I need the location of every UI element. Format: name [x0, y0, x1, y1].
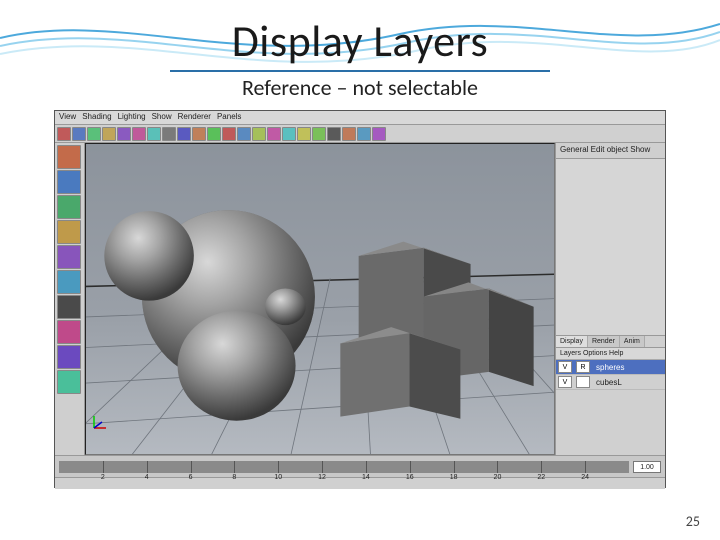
- timeline-tick-label: 2: [101, 474, 105, 481]
- timeline-tick: [234, 461, 235, 473]
- shelf-button-11[interactable]: [222, 127, 236, 141]
- layer-editor: Display Render Anim Layers Options Help …: [556, 335, 665, 455]
- slide-subtitle: Reference – not selectable: [0, 74, 720, 101]
- layer-reference-toggle[interactable]: [576, 376, 590, 388]
- timeline-tick-label: 24: [581, 474, 589, 481]
- shelf-button-8[interactable]: [177, 127, 191, 141]
- toolbox: [55, 143, 85, 455]
- shelf-button-18[interactable]: [327, 127, 341, 141]
- timeline-track[interactable]: 24681012141618202224: [59, 461, 629, 473]
- timeline-tick-label: 16: [406, 474, 414, 481]
- tool-button-5[interactable]: [57, 270, 81, 294]
- tool-button-8[interactable]: [57, 345, 81, 369]
- shelf-button-15[interactable]: [282, 127, 296, 141]
- axis-gizmo: [90, 412, 110, 432]
- shelf-bar: [55, 125, 665, 143]
- timeline-tick: [103, 461, 104, 473]
- layer-name-label: cubesL: [592, 378, 622, 387]
- layer-row-cubes[interactable]: V cubesL: [556, 375, 665, 390]
- slide-title: Display Layers: [0, 14, 720, 68]
- channel-box-panel: General Edit object Show Display Render …: [555, 143, 665, 455]
- shelf-button-21[interactable]: [372, 127, 386, 141]
- timeline-tick: [585, 461, 586, 473]
- menu-show[interactable]: Show: [152, 112, 172, 123]
- tool-button-0[interactable]: [57, 145, 81, 169]
- title-underline: [170, 70, 550, 72]
- channel-box[interactable]: [556, 159, 665, 335]
- shelf-button-0[interactable]: [57, 127, 71, 141]
- timeline-tick-label: 8: [232, 474, 236, 481]
- timeline-tick-label: 10: [274, 474, 282, 481]
- shelf-button-7[interactable]: [162, 127, 176, 141]
- timeline-tick: [278, 461, 279, 473]
- timeline-tick-label: 22: [537, 474, 545, 481]
- timeline-tick-label: 18: [450, 474, 458, 481]
- timeline-tick: [147, 461, 148, 473]
- shelf-button-2[interactable]: [87, 127, 101, 141]
- menu-renderer[interactable]: Renderer: [178, 112, 211, 123]
- menu-shading[interactable]: Shading: [82, 112, 111, 123]
- shelf-button-14[interactable]: [267, 127, 281, 141]
- shelf-button-13[interactable]: [252, 127, 266, 141]
- timeline-tick: [322, 461, 323, 473]
- layer-tabs: Display Render Anim: [556, 336, 665, 348]
- timeline-tick-label: 6: [189, 474, 193, 481]
- shelf-button-17[interactable]: [312, 127, 326, 141]
- timeline-tick: [366, 461, 367, 473]
- shelf-button-1[interactable]: [72, 127, 86, 141]
- timeline-tick: [454, 461, 455, 473]
- shelf-button-20[interactable]: [357, 127, 371, 141]
- menu-view[interactable]: View: [59, 112, 76, 123]
- tool-button-9[interactable]: [57, 370, 81, 394]
- shelf-button-3[interactable]: [102, 127, 116, 141]
- timeline-tick-label: 12: [318, 474, 326, 481]
- tool-button-2[interactable]: [57, 195, 81, 219]
- slide-page-number: 25: [686, 513, 700, 530]
- menu-panels[interactable]: Panels: [217, 112, 241, 123]
- tool-button-1[interactable]: [57, 170, 81, 194]
- layer-reference-toggle[interactable]: R: [576, 361, 590, 373]
- shelf-button-16[interactable]: [297, 127, 311, 141]
- shelf-button-4[interactable]: [117, 127, 131, 141]
- viewport-persp[interactable]: [85, 143, 555, 455]
- timeline-tick: [497, 461, 498, 473]
- layer-visibility-toggle[interactable]: V: [558, 376, 572, 388]
- timeline-tick-label: 20: [494, 474, 502, 481]
- timeline-tick: [541, 461, 542, 473]
- layer-visibility-toggle[interactable]: V: [558, 361, 572, 373]
- sidepanel-header: General Edit object Show: [556, 143, 665, 159]
- timeline-tick-label: 14: [362, 474, 370, 481]
- tab-anim[interactable]: Anim: [620, 336, 645, 347]
- timeline-tick-label: 4: [145, 474, 149, 481]
- timeline-tick: [410, 461, 411, 473]
- layer-row-spheres[interactable]: V R spheres: [556, 360, 665, 375]
- shelf-button-5[interactable]: [132, 127, 146, 141]
- timeline-end-field[interactable]: 1.00: [633, 461, 661, 473]
- shelf-button-12[interactable]: [237, 127, 251, 141]
- tool-button-6[interactable]: [57, 295, 81, 319]
- shelf-button-9[interactable]: [192, 127, 206, 141]
- shelf-button-10[interactable]: [207, 127, 221, 141]
- time-slider[interactable]: 24681012141618202224 1.00: [55, 455, 665, 477]
- maya-window: View Shading Lighting Show Renderer Pane…: [54, 110, 666, 488]
- viewport-menubar: View Shading Lighting Show Renderer Pane…: [55, 111, 665, 125]
- shelf-button-6[interactable]: [147, 127, 161, 141]
- tab-render[interactable]: Render: [588, 336, 620, 347]
- layer-options-menu[interactable]: Layers Options Help: [556, 348, 665, 360]
- tool-button-7[interactable]: [57, 320, 81, 344]
- shelf-button-19[interactable]: [342, 127, 356, 141]
- layer-name-label: spheres: [592, 363, 624, 372]
- timeline-tick: [191, 461, 192, 473]
- tool-button-4[interactable]: [57, 245, 81, 269]
- viewport-grid: [86, 144, 554, 455]
- menu-lighting[interactable]: Lighting: [118, 112, 146, 123]
- tool-button-3[interactable]: [57, 220, 81, 244]
- tab-display[interactable]: Display: [556, 336, 588, 347]
